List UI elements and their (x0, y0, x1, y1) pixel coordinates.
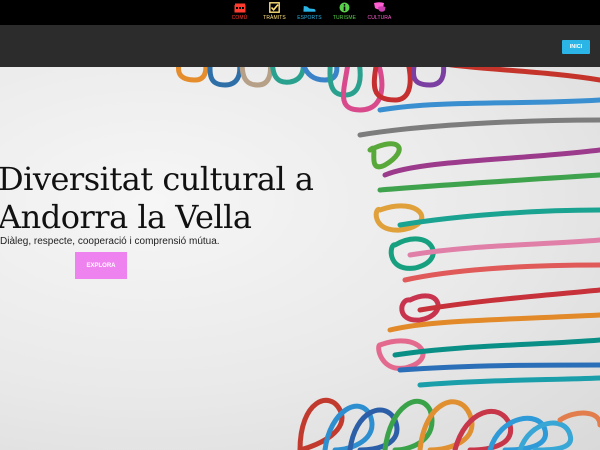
nav-item-label: COMÚ (231, 15, 248, 21)
nav-item-esports[interactable]: ESPORTS (292, 2, 327, 23)
nav-item-label: CULTURA (367, 15, 392, 21)
header-band (0, 25, 600, 67)
theater-icon (373, 2, 386, 13)
checkbox-icon (268, 2, 281, 13)
nav-item-cultura[interactable]: CULTURA (362, 2, 397, 23)
info-icon (338, 2, 351, 13)
nav-item-label: ESPORTS (297, 15, 322, 21)
nav-item-tramits[interactable]: TRÀMITS (257, 2, 292, 23)
hero-subtitle: Diàleg, respecte, cooperació i comprensi… (0, 236, 220, 247)
nav-items: COMÚ TRÀMITS ESPORTS TURISME CULTURA (222, 2, 397, 23)
nav-item-label: TRÀMITS (263, 15, 286, 21)
sneaker-icon (303, 2, 316, 13)
hero-title-line-2: Andorra la Vella (0, 198, 252, 236)
explora-button[interactable]: EXPLORA (75, 252, 127, 279)
nav-item-label: TURISME (332, 15, 357, 21)
inici-button[interactable]: INICI (562, 40, 590, 54)
building-icon (233, 2, 246, 13)
hero-title: Diversitat cultural a Andorra la Vella (0, 160, 328, 236)
nav-item-comu[interactable]: COMÚ (222, 2, 257, 23)
hero-title-line-1: Diversitat cultural a (0, 160, 314, 198)
top-navigation: COMÚ TRÀMITS ESPORTS TURISME CULTURA (0, 0, 600, 25)
nav-item-turisme[interactable]: TURISME (327, 2, 362, 23)
